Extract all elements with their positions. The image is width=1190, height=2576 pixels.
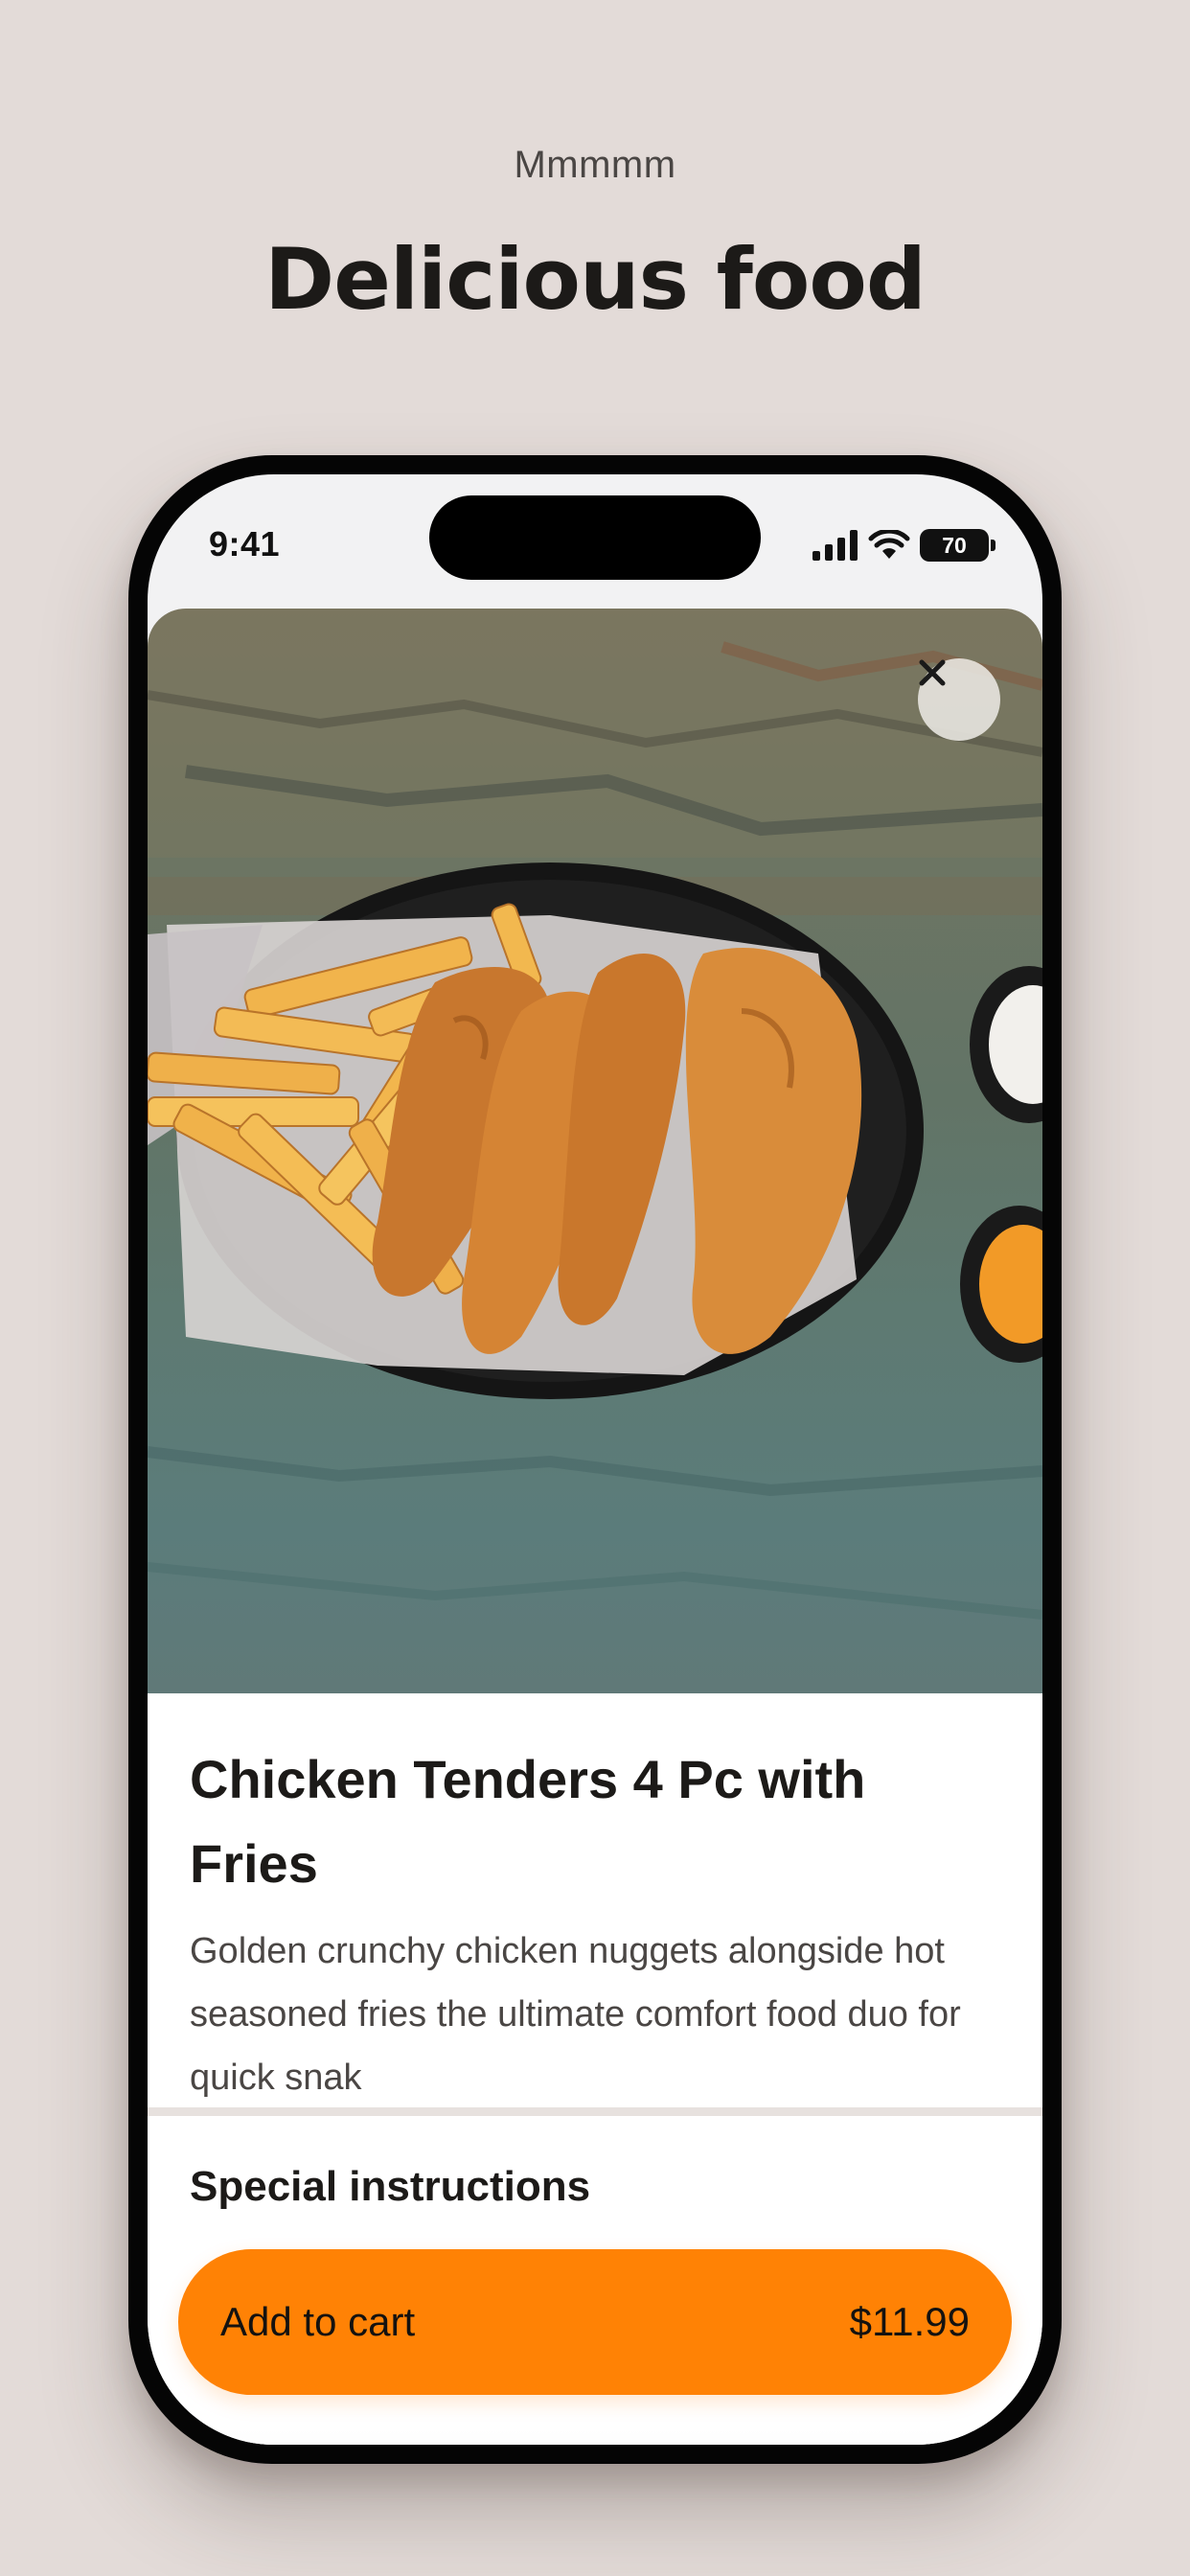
add-to-cart-button[interactable]: Add to cart $11.99 bbox=[178, 2249, 1012, 2395]
phone-screen: 9:41 70 Chicken Tenders 4 Pc with Fries … bbox=[148, 474, 1042, 2445]
food-illustration bbox=[148, 609, 1042, 1620]
signal-icon bbox=[812, 530, 858, 561]
item-title: Chicken Tenders 4 Pc with Fries bbox=[190, 1749, 866, 1894]
cart-price: $11.99 bbox=[849, 2299, 970, 2344]
status-bar: 9:41 70 bbox=[148, 474, 1042, 609]
food-photo bbox=[148, 609, 1042, 1693]
item-detail-sheet: Chicken Tenders 4 Pc with Fries Golden c… bbox=[148, 609, 1042, 2445]
section-divider bbox=[148, 2107, 1042, 2116]
status-icons: 70 bbox=[812, 528, 995, 563]
close-icon bbox=[919, 659, 946, 686]
battery-icon: 70 bbox=[920, 529, 995, 562]
wifi-icon bbox=[868, 530, 910, 559]
close-button[interactable] bbox=[918, 658, 1000, 741]
add-to-cart-label: Add to cart bbox=[220, 2299, 416, 2344]
status-time: 9:41 bbox=[209, 524, 281, 564]
item-description: Golden crunchy chicken nuggets alongside… bbox=[190, 1931, 961, 2098]
phone-frame: 9:41 70 Chicken Tenders 4 Pc with Fries … bbox=[128, 455, 1062, 2464]
special-instructions-label: Special instructions bbox=[190, 2163, 591, 2210]
dynamic-island bbox=[429, 495, 761, 580]
eyebrow-text: Mmmmm bbox=[514, 144, 676, 186]
page-headline: Delicious food bbox=[264, 230, 927, 329]
